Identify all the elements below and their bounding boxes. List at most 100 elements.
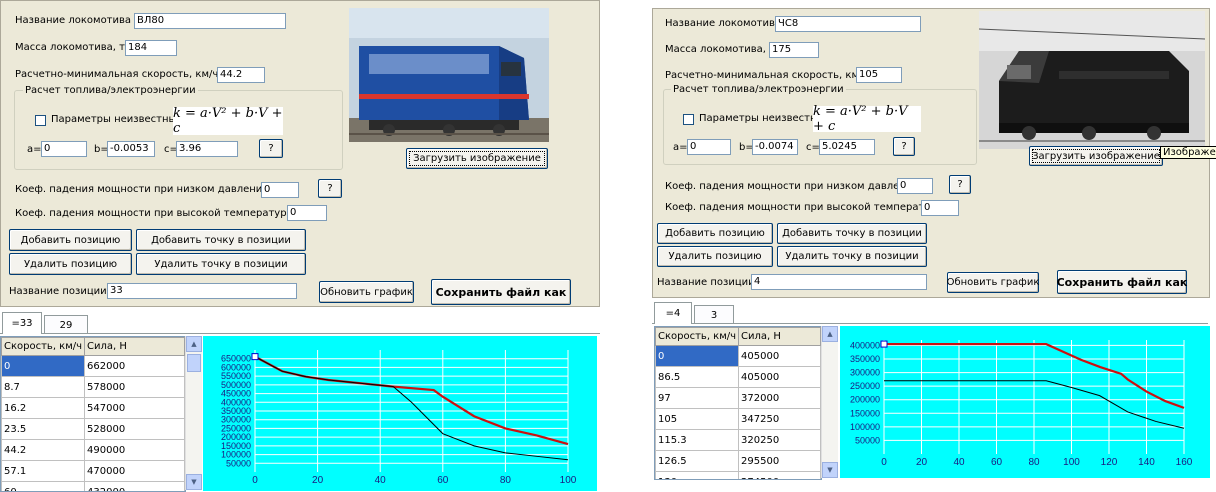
scroll-down-icon[interactable]: ▼ xyxy=(822,462,838,478)
speed-input[interactable]: 105 xyxy=(856,67,902,83)
table-row[interactable]: 115.3 320250 xyxy=(655,429,821,451)
cell-force[interactable]: 405000 xyxy=(738,366,821,388)
tab-position[interactable]: 29 xyxy=(44,315,88,334)
high-temp-input[interactable]: 0 xyxy=(287,205,327,221)
table-row[interactable]: 44.2 490000 xyxy=(1,439,185,461)
cell-speed[interactable]: 0 xyxy=(1,355,86,377)
a-input[interactable]: 0 xyxy=(687,139,731,155)
table-row[interactable]: 0 662000 xyxy=(1,355,185,377)
cell-force[interactable]: 372000 xyxy=(738,387,821,409)
position-name-input[interactable]: 4 xyxy=(751,274,927,290)
table-row[interactable]: 23.5 528000 xyxy=(1,418,185,440)
cell-force[interactable]: 490000 xyxy=(84,439,185,461)
right-grid-scrollbar[interactable]: ▲ ▼ xyxy=(821,326,838,478)
cell-force[interactable]: 320250 xyxy=(738,429,821,451)
position-name-input[interactable]: 33 xyxy=(107,283,297,299)
cell-speed[interactable]: 8.7 xyxy=(1,376,86,398)
tab-position-active[interactable]: =4 xyxy=(654,302,692,324)
tab-position[interactable]: 3 xyxy=(694,305,734,324)
loco-name-input[interactable]: ЧС8 xyxy=(775,16,921,32)
add-position-button[interactable]: Добавить позицию xyxy=(9,229,132,251)
table-row[interactable]: 57.1 470000 xyxy=(1,460,185,482)
high-temp-input[interactable]: 0 xyxy=(921,200,959,216)
cell-speed[interactable]: 16.2 xyxy=(1,397,86,419)
save-file-button[interactable]: Сохранить файл как xyxy=(1057,270,1187,294)
cell-force[interactable]: 470000 xyxy=(84,460,185,482)
left-data-grid[interactable]: Скорость, км/ч Сила, Н 0 662000 8.7 578000… xyxy=(0,336,186,492)
cell-speed[interactable]: 23.5 xyxy=(1,418,86,440)
scroll-down-icon[interactable]: ▼ xyxy=(186,474,202,490)
low-pressure-help-button[interactable]: ? xyxy=(318,179,342,198)
cell-force[interactable]: 405000 xyxy=(738,345,821,367)
cell-speed[interactable]: 115.3 xyxy=(655,429,740,451)
scroll-thumb[interactable] xyxy=(187,354,201,372)
b-input[interactable]: -0.0074 xyxy=(752,139,798,155)
low-pressure-input[interactable]: 0 xyxy=(261,182,299,198)
table-row[interactable]: 60 432000 xyxy=(1,481,185,491)
cell-force[interactable]: 578000 xyxy=(84,376,185,398)
cell-speed[interactable]: 97 xyxy=(655,387,740,409)
table-row[interactable]: 8.7 578000 xyxy=(1,376,185,398)
help-button[interactable]: ? xyxy=(893,137,915,156)
header-force[interactable]: Сила, Н xyxy=(738,327,821,346)
cell-force[interactable]: 547000 xyxy=(84,397,185,419)
delete-position-button[interactable]: Удалить позицию xyxy=(9,253,132,275)
header-speed[interactable]: Скорость, км/ч xyxy=(655,327,740,346)
cell-force[interactable]: 662000 xyxy=(84,355,185,377)
cell-force[interactable]: 528000 xyxy=(84,418,185,440)
c-input[interactable]: 5.0245 xyxy=(819,139,875,155)
update-chart-button[interactable]: Обновить график xyxy=(947,272,1039,293)
table-row[interactable]: 105 347250 xyxy=(655,408,821,430)
tab-position-active[interactable]: =33 xyxy=(2,312,42,334)
table-row[interactable]: 86.5 405000 xyxy=(655,366,821,388)
mass-input[interactable]: 184 xyxy=(125,40,177,56)
cell-force[interactable]: 295500 xyxy=(738,450,821,472)
y-tick-label: 150000 xyxy=(850,408,880,418)
cell-speed[interactable]: 130 xyxy=(655,471,740,479)
cell-speed[interactable]: 126.5 xyxy=(655,450,740,472)
params-unknown-checkbox[interactable] xyxy=(35,115,46,126)
scroll-up-icon[interactable]: ▲ xyxy=(822,326,838,342)
speed-input[interactable]: 44.2 xyxy=(217,67,265,83)
table-row[interactable]: 97 372000 xyxy=(655,387,821,409)
c-input[interactable]: 3.96 xyxy=(176,141,238,157)
load-image-button[interactable]: Загрузить изображение xyxy=(406,148,548,169)
left-grid-scrollbar[interactable]: ▲ ▼ xyxy=(185,336,202,490)
update-chart-button[interactable]: Обновить график xyxy=(319,281,414,303)
mass-label: Масса локомотива, т xyxy=(665,44,775,55)
table-row[interactable]: 16.2 547000 xyxy=(1,397,185,419)
cell-speed[interactable]: 86.5 xyxy=(655,366,740,388)
low-pressure-help-button[interactable]: ? xyxy=(949,175,971,194)
cell-speed[interactable]: 60 xyxy=(1,481,86,491)
save-file-button[interactable]: Сохранить файл как xyxy=(431,279,571,305)
cell-force[interactable]: 432000 xyxy=(84,481,185,491)
table-row[interactable]: 130274500 xyxy=(655,471,821,479)
add-position-button[interactable]: Добавить позицию xyxy=(657,223,773,244)
delete-point-button[interactable]: Удалить точку в позиции xyxy=(136,253,306,275)
cell-speed[interactable]: 44.2 xyxy=(1,439,86,461)
load-image-button[interactable]: Загрузить изображение xyxy=(1029,146,1163,166)
a-input[interactable]: 0 xyxy=(41,141,87,157)
low-pressure-input[interactable]: 0 xyxy=(897,178,933,194)
delete-position-button[interactable]: Удалить позицию xyxy=(657,246,773,267)
right-data-grid[interactable]: Скорость, км/ч Сила, Н 0 405000 86.5 40500… xyxy=(654,326,822,480)
cell-force[interactable]: 274500 xyxy=(738,471,821,479)
add-point-button[interactable]: Добавить точку в позиции xyxy=(136,229,306,251)
cell-speed[interactable]: 105 xyxy=(655,408,740,430)
b-input[interactable]: -0.0053 xyxy=(107,141,155,157)
cell-speed[interactable]: 57.1 xyxy=(1,460,86,482)
help-button[interactable]: ? xyxy=(259,139,283,158)
params-unknown-checkbox[interactable] xyxy=(683,114,694,125)
header-speed[interactable]: Скорость, км/ч xyxy=(1,337,86,356)
table-row[interactable]: 0 405000 xyxy=(655,345,821,367)
add-point-button[interactable]: Добавить точку в позиции xyxy=(777,223,927,244)
header-force[interactable]: Сила, Н xyxy=(84,337,185,356)
mass-input[interactable]: 175 xyxy=(769,42,819,58)
right-window: Название локомотива ЧС8 Масса локомотива… xyxy=(648,0,1216,492)
scroll-up-icon[interactable]: ▲ xyxy=(186,336,202,352)
cell-speed[interactable]: 0 xyxy=(655,345,740,367)
delete-point-button[interactable]: Удалить точку в позиции xyxy=(777,246,927,267)
table-row[interactable]: 126.5 295500 xyxy=(655,450,821,472)
loco-name-input[interactable]: ВЛ80 xyxy=(134,13,286,29)
cell-force[interactable]: 347250 xyxy=(738,408,821,430)
